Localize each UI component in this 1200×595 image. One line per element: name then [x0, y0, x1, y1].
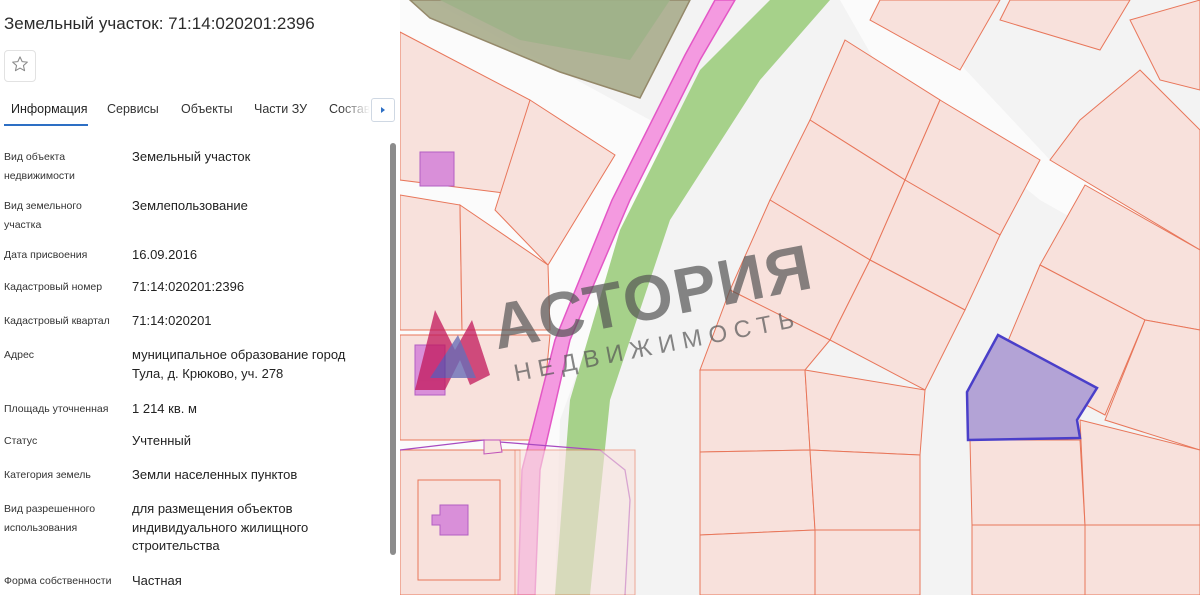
page-title: Земельный участок: 71:14:020201:2396 — [4, 14, 315, 33]
favorite-button[interactable] — [4, 50, 36, 82]
tab-services[interactable]: Сервисы — [107, 102, 159, 116]
astoria-watermark: АСТОРИЯ НЕДВИЖИМОСТЬ — [415, 230, 819, 390]
object-info-panel: Земельный участок: 71:14:020201:2396 Инф… — [0, 0, 400, 595]
tab-information[interactable]: Информация — [11, 102, 88, 116]
tab-bar: Информация Сервисы Объекты Части ЗУ Сост… — [0, 92, 400, 128]
tab-land-parts[interactable]: Части ЗУ — [254, 102, 307, 116]
astoria-logo-icon — [415, 310, 490, 390]
active-tab-indicator — [4, 124, 88, 126]
small-structure — [483, 439, 503, 455]
chevron-right-icon — [379, 101, 387, 119]
tab-objects[interactable]: Объекты — [181, 102, 233, 116]
tabs-scroll-right-button[interactable] — [371, 98, 395, 122]
star-outline-icon — [11, 55, 29, 78]
panel-scrollbar[interactable] — [390, 143, 396, 555]
orange-parcel-bottom — [514, 449, 636, 595]
